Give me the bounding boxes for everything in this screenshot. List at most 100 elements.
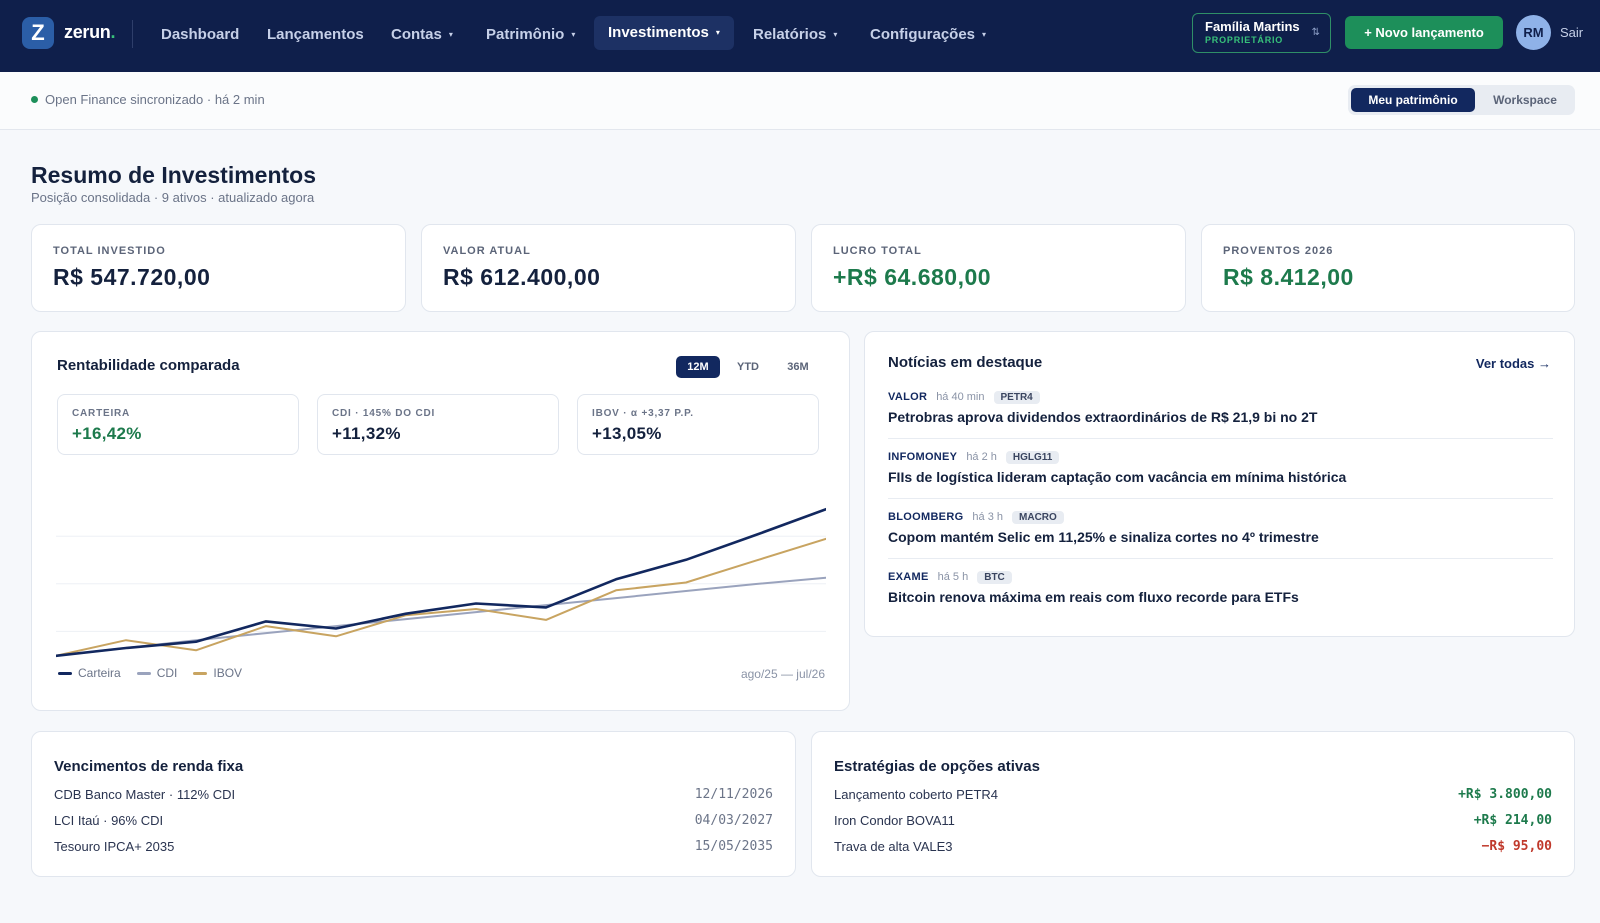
legend-swatch — [136, 671, 151, 675]
news-time: há 40 min — [936, 391, 985, 403]
toggle-workspace[interactable]: Workspace — [1478, 88, 1572, 112]
chevron-down-icon: ▾ — [833, 30, 838, 40]
series-line-carteira — [56, 507, 826, 658]
news-tag: PETR4 — [993, 390, 1040, 404]
stat-label: IBOV · α +3,37 P.P. — [592, 408, 694, 419]
list-item[interactable]: Iron Condor BOVA11 +R$ 214,00 — [834, 813, 1552, 833]
family-role: PROPRIETÁRIO — [1205, 35, 1284, 45]
chart-legend: Carteira CDI IBOV — [58, 666, 242, 680]
nav-patrimonio[interactable]: Patrimônio ▾ — [486, 20, 575, 50]
new-entry-button[interactable]: + Novo lançamento — [1345, 16, 1503, 49]
nav-investimentos[interactable]: Investimentos ▾ — [594, 16, 734, 50]
stat-value: +16,42% — [72, 424, 142, 443]
list-item[interactable]: LCI Itaú · 96% CDI 04/03/2027 — [54, 813, 773, 833]
news-source: VALOR — [888, 391, 928, 403]
asset-name: LCI Itaú · 96% CDI — [54, 813, 164, 828]
kpi-label: LUCRO TOTAL — [833, 245, 922, 257]
status-bar: Open Finance sincronizado · há 2 min Meu… — [0, 72, 1600, 130]
logout-link[interactable]: Sair — [1560, 25, 1583, 40]
list-item[interactable]: Tesouro IPCA+ 2035 15/05/2035 — [54, 839, 773, 859]
page-title: Resumo de Investimentos — [31, 162, 317, 188]
chevron-down-icon: ▾ — [982, 30, 987, 40]
options-card: Estratégias de opções ativas Lançamento … — [811, 731, 1575, 877]
list-item[interactable]: Trava de alta VALE3 −R$ 95,00 — [834, 839, 1552, 859]
nav-lancamentos[interactable]: Lançamentos — [267, 20, 364, 50]
options-title: Estratégias de opções ativas — [834, 758, 1040, 775]
news-divider — [888, 498, 1553, 499]
news-headline[interactable]: FIIs de logística lideram captação com v… — [888, 469, 1553, 485]
legend-item-ibov: IBOV — [193, 666, 242, 680]
range-ytd-button[interactable]: YTD — [728, 356, 768, 378]
workspace-selector[interactable]: Família Martins PROPRIETÁRIO ⇅ — [1192, 13, 1331, 53]
news-source: INFOMONEY — [888, 451, 958, 463]
news-item[interactable]: BLOOMBERG há 3 h MACRO Copom mantém Selic … — [888, 509, 1553, 545]
nav-contas[interactable]: Contas ▾ — [391, 20, 453, 50]
avatar[interactable]: RM — [1516, 15, 1551, 50]
performance-card: Rentabilidade comparada 12M YTD 36M CART… — [31, 331, 850, 711]
toggle-meu-patrimonio[interactable]: Meu patrimônio — [1351, 88, 1475, 112]
status-dot-icon — [31, 96, 38, 103]
news-headline[interactable]: Copom mantém Selic em 11,25% e sinaliza … — [888, 529, 1553, 545]
kpi-value: R$ 8.412,00 — [1223, 264, 1354, 290]
news-headline[interactable]: Petrobras aprova dividendos extraordinár… — [888, 409, 1553, 425]
news-item[interactable]: INFOMONEY há 2 h HGLG11 FIIs de logística … — [888, 449, 1553, 485]
list-item[interactable]: Lançamento coberto PETR4 +R$ 3.800,00 — [834, 787, 1552, 807]
brand-name[interactable]: zerun. — [64, 22, 116, 43]
performance-title: Rentabilidade comparada — [57, 357, 240, 374]
sort-icon: ⇅ — [1311, 27, 1320, 38]
news-time: há 3 h — [972, 511, 1004, 523]
kpi-card-proventos: PROVENTOS 2026 R$ 8.412,00 — [1201, 224, 1575, 312]
stat-ibov: IBOV · α +3,37 P.P. +13,05% — [577, 394, 819, 455]
range-12m-button[interactable]: 12M — [676, 356, 720, 378]
logo-icon[interactable]: Z — [22, 17, 54, 49]
sync-status: Open Finance sincronizado · há 2 min — [45, 92, 265, 107]
kpi-value: R$ 612.400,00 — [443, 264, 601, 290]
list-item[interactable]: CDB Banco Master · 112% CDI 12/11/2026 — [54, 787, 773, 807]
legend-swatch — [193, 671, 208, 675]
maturity-date: 15/05/2035 — [694, 839, 773, 854]
maturity-date: 12/11/2026 — [694, 787, 773, 802]
chevron-down-icon: ▾ — [448, 30, 453, 40]
top-navbar: Z zerun. Dashboard Lançamentos Contas ▾ P… — [0, 0, 1600, 72]
chevron-down-icon: ▾ — [571, 30, 576, 40]
nav-configuracoes[interactable]: Configurações ▾ — [870, 20, 986, 50]
legend-item-cdi: CDI — [136, 666, 177, 680]
news-source: EXAME — [888, 571, 929, 583]
kpi-value: R$ 547.720,00 — [53, 264, 211, 290]
news-time: há 2 h — [966, 451, 997, 463]
stat-label: CDI · 145% DO CDI — [332, 408, 436, 419]
news-divider — [888, 558, 1553, 559]
kpi-value: +R$ 64.680,00 — [833, 264, 992, 290]
strategy-result: +R$ 214,00 — [1473, 813, 1552, 828]
news-divider — [888, 438, 1553, 439]
nav-dashboard[interactable]: Dashboard — [161, 20, 239, 50]
view-toggle: Meu patrimônio Workspace — [1348, 85, 1575, 115]
news-tag: BTC — [977, 570, 1012, 584]
news-time: há 5 h — [937, 571, 969, 583]
legend-swatch — [58, 671, 72, 675]
kpi-label: TOTAL INVESTIDO — [53, 245, 166, 257]
news-item[interactable]: EXAME há 5 h BTC Bitcoin renova máxima em … — [888, 569, 1553, 605]
see-all-news-link[interactable]: Ver todas → — [1476, 356, 1551, 371]
family-name: Família Martins — [1205, 19, 1300, 34]
news-item[interactable]: VALOR há 40 min PETR4 Petrobras aprova div… — [888, 389, 1553, 425]
fixed-income-title: Vencimentos de renda fixa — [54, 758, 244, 775]
strategy-name: Lançamento coberto PETR4 — [834, 787, 999, 802]
nav-divider — [132, 20, 133, 48]
strategy-result: −R$ 95,00 — [1481, 839, 1552, 854]
strategy-name: Trava de alta VALE3 — [834, 839, 953, 854]
stat-value: +11,32% — [332, 424, 401, 443]
nav-relatorios[interactable]: Relatórios ▾ — [753, 20, 837, 50]
news-source: BLOOMBERG — [888, 511, 964, 523]
stat-value: +13,05% — [592, 424, 662, 443]
performance-chart — [56, 507, 826, 658]
news-headline[interactable]: Bitcoin renova máxima em reais com fluxo… — [888, 589, 1553, 605]
range-36m-button[interactable]: 36M — [776, 356, 820, 378]
stat-carteira: CARTEIRA +16,42% — [57, 394, 299, 455]
news-tag: MACRO — [1012, 510, 1064, 524]
strategy-result: +R$ 3.800,00 — [1458, 787, 1552, 802]
chart-period: ago/25 — jul/26 — [740, 667, 825, 681]
legend-item-carteira: Carteira — [58, 666, 121, 680]
news-tag: HGLG11 — [1005, 450, 1060, 464]
news-card: Notícias em destaque Ver todas → VALOR há… — [864, 331, 1575, 637]
